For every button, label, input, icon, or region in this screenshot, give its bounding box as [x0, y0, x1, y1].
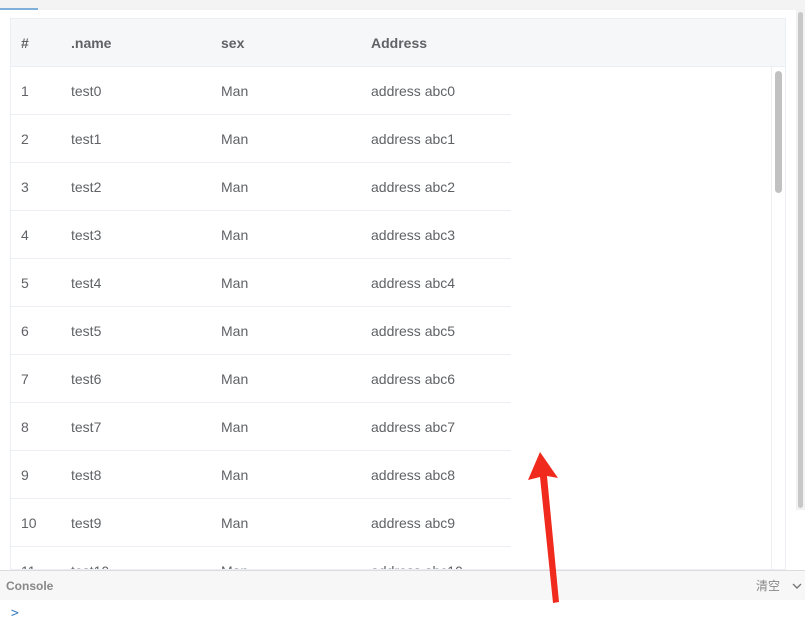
cell-index: 9 — [21, 467, 29, 483]
cell-name: test10 — [71, 547, 109, 569]
table-row[interactable]: 9 test8 Man address abc8 — [11, 451, 511, 499]
cell-name: test4 — [71, 275, 102, 291]
annotation-arrow-icon — [528, 452, 559, 603]
frame-scrollbar-thumb[interactable] — [798, 12, 803, 508]
chevron-down-icon[interactable] — [791, 580, 803, 592]
table-body: 1 test0 Man address abc0 2 test1 Man address ab… — [11, 67, 785, 569]
cell-sex: Man — [221, 227, 249, 243]
cell-sex: Man — [221, 371, 249, 387]
console-prompt: > — [11, 606, 19, 621]
cell-address: address abc7 — [371, 419, 456, 435]
table-row[interactable]: 11 test10 Man address abc10 — [11, 547, 511, 569]
table-row[interactable]: 8 test7 Man address abc7 — [11, 403, 511, 451]
cell-sex: Man — [221, 419, 249, 435]
table-row[interactable]: 10 test9 Man address abc9 — [11, 499, 511, 547]
cell-name: test3 — [71, 227, 102, 243]
table-row[interactable]: 3 test2 Man address abc2 — [11, 163, 511, 211]
column-header-name[interactable]: .name — [71, 19, 111, 67]
cell-address: address abc4 — [371, 275, 456, 291]
cell-name: test5 — [71, 323, 102, 339]
clear-console-button[interactable]: 清空 — [756, 571, 780, 601]
cell-sex: Man — [221, 131, 249, 147]
table-row[interactable]: 2 test1 Man address abc1 — [11, 115, 511, 163]
cell-index: 3 — [21, 179, 29, 195]
cell-index: 1 — [21, 83, 29, 99]
table-scrollbar[interactable] — [771, 67, 785, 569]
cell-index: 10 — [21, 515, 37, 531]
cell-address: address abc10 — [371, 547, 463, 569]
column-header-address[interactable]: Address — [371, 19, 427, 67]
table-row[interactable]: 7 test6 Man address abc6 — [11, 355, 511, 403]
cell-address: address abc2 — [371, 179, 456, 195]
cell-index: 8 — [21, 419, 29, 435]
cell-index: 11 — [21, 547, 36, 569]
cell-name: test8 — [71, 467, 102, 483]
cell-index: 2 — [21, 131, 29, 147]
cell-index: 6 — [21, 323, 29, 339]
cell-address: address abc3 — [371, 227, 456, 243]
cell-name: test9 — [71, 515, 102, 531]
table-scrollbar-thumb[interactable] — [775, 71, 782, 193]
app-viewport: # .name sex Address 1 test0 Man address abc… — [0, 0, 805, 625]
cell-address: address abc0 — [371, 83, 456, 99]
cell-sex: Man — [221, 467, 249, 483]
table-header: # .name sex Address — [11, 19, 785, 67]
cell-sex: Man — [221, 323, 249, 339]
console-header: Console 清空 — [0, 570, 805, 600]
column-header-index[interactable]: # — [21, 19, 29, 67]
cell-sex: Man — [221, 83, 249, 99]
table-row[interactable]: 1 test0 Man address abc0 — [11, 67, 511, 115]
cell-address: address abc8 — [371, 467, 456, 483]
cell-address: address abc9 — [371, 515, 456, 531]
column-header-sex[interactable]: sex — [221, 19, 244, 67]
cell-index: 4 — [21, 227, 29, 243]
cell-address: address abc1 — [371, 131, 456, 147]
cell-address: address abc6 — [371, 371, 456, 387]
table-row[interactable]: 5 test4 Man address abc4 — [11, 259, 511, 307]
cell-name: test7 — [71, 419, 102, 435]
cell-name: test6 — [71, 371, 102, 387]
cell-sex: Man — [221, 179, 249, 195]
cell-sex: Man — [221, 275, 249, 291]
table-row[interactable]: 4 test3 Man address abc3 — [11, 211, 511, 259]
cell-name: test0 — [71, 83, 102, 99]
cell-index: 5 — [21, 275, 29, 291]
cell-sex: Man — [221, 515, 249, 531]
console-output[interactable]: > — [0, 600, 805, 625]
cell-name: test1 — [71, 131, 102, 147]
data-table: # .name sex Address 1 test0 Man address abc… — [10, 18, 786, 570]
console-title: Console — [6, 579, 54, 593]
table-row[interactable]: 6 test5 Man address abc5 — [11, 307, 511, 355]
cell-index: 7 — [21, 371, 29, 387]
cell-name: test2 — [71, 179, 102, 195]
cell-sex: Man — [221, 547, 248, 569]
cell-address: address abc5 — [371, 323, 456, 339]
